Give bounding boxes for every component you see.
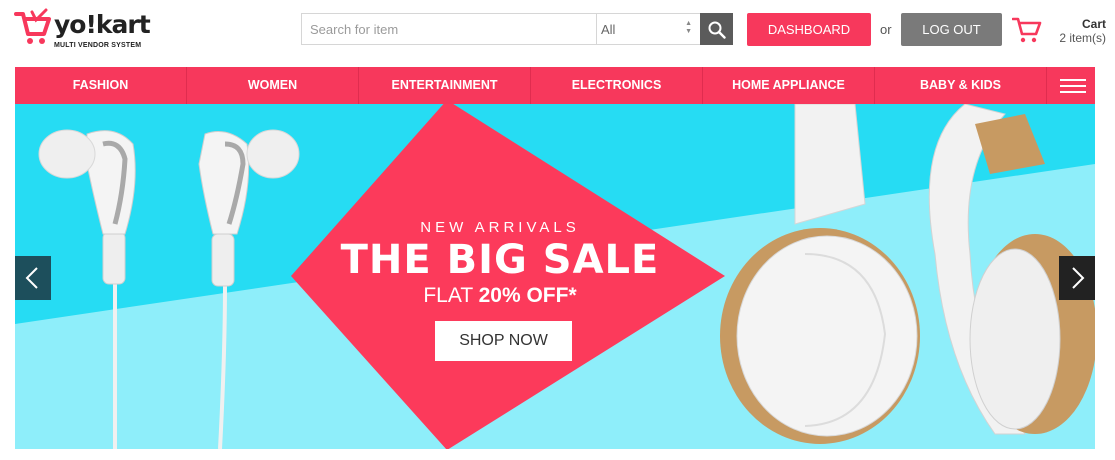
or-text: or — [880, 22, 892, 37]
nav-item-baby-kids[interactable]: BABY & KIDS — [875, 67, 1046, 104]
cart-link[interactable]: Cart 2 item(s) — [1012, 14, 1112, 50]
nav-item-women[interactable]: WOMEN — [187, 67, 358, 104]
site-logo[interactable]: yo!kart MULTI VENDOR SYSTEM — [14, 8, 154, 52]
nav-item-entertainment[interactable]: ENTERTAINMENT — [359, 67, 530, 104]
promo-kicker: NEW ARRIVALS — [420, 219, 580, 236]
promo-offer-prefix: FLAT — [423, 284, 473, 307]
search-bar: All ▲▼ — [301, 13, 733, 45]
cart-count: 2 item(s) — [1059, 31, 1106, 45]
cart-icon — [1012, 17, 1042, 43]
logout-button[interactable]: LOG OUT — [901, 13, 1002, 46]
promo-offer-value: 20% OFF* — [478, 284, 577, 307]
search-input[interactable] — [301, 13, 606, 45]
search-button[interactable] — [700, 13, 733, 45]
category-select[interactable]: All ▲ ▼ — [596, 13, 701, 45]
logo-cart-icon — [14, 8, 51, 44]
main-nav: FASHION WOMEN ENTERTAINMENT ELECTRONICS … — [15, 67, 1095, 104]
carousel-prev-button[interactable] — [15, 256, 51, 300]
nav-item-home-appliance[interactable]: HOME APPLIANCE — [703, 67, 874, 104]
category-select-value: All — [601, 22, 616, 37]
brand-name: yo!kart — [54, 10, 151, 39]
promo-headline: THE BIG SALE — [340, 237, 660, 283]
nav-divider — [1046, 67, 1047, 104]
chevron-right-icon — [1072, 267, 1085, 289]
hamburger-icon[interactable] — [1060, 79, 1086, 93]
promo-offer: FLAT 20% OFF* — [290, 284, 710, 308]
promo-block: NEW ARRIVALS THE BIG SALE FLAT 20% OFF* … — [290, 104, 710, 444]
dashboard-button[interactable]: DASHBOARD — [747, 13, 871, 46]
select-arrows-icon: ▲ ▼ — [685, 20, 692, 35]
nav-item-electronics[interactable]: ELECTRONICS — [531, 67, 702, 104]
search-icon — [708, 21, 726, 39]
chevron-left-icon — [25, 267, 38, 289]
shop-now-button[interactable]: SHOP NOW — [435, 321, 572, 361]
cart-label: Cart — [1081, 17, 1106, 31]
nav-item-fashion[interactable]: FASHION — [15, 67, 186, 104]
carousel-next-button[interactable] — [1059, 256, 1095, 300]
brand-tagline: MULTI VENDOR SYSTEM — [54, 42, 142, 49]
